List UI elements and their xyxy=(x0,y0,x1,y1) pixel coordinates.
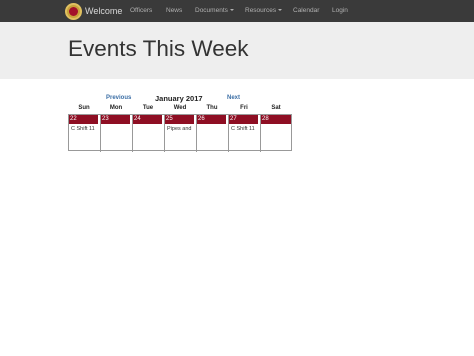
weekday-sat: Sat xyxy=(271,105,281,111)
calendar-day[interactable]: 23 xyxy=(101,115,133,152)
day-number: 26 xyxy=(197,115,226,124)
nav-calendar[interactable]: Calendar xyxy=(293,0,319,22)
weekday-fri: Fri xyxy=(240,105,248,111)
caret-down-icon xyxy=(229,9,234,12)
weekday-tue: Tue xyxy=(142,105,154,111)
calendar-day[interactable]: 28 xyxy=(261,115,293,152)
weekday-sun: Sun xyxy=(78,105,90,111)
calendar-day[interactable]: 24 xyxy=(133,115,165,152)
previous-month-link[interactable]: Previous xyxy=(106,95,131,101)
calendar-event[interactable]: Pipes and xyxy=(165,126,196,132)
day-number: 22 xyxy=(69,115,98,124)
weekday-thu: Thu xyxy=(206,105,218,111)
next-month-link[interactable]: Next xyxy=(227,95,240,101)
brand-link[interactable]: Welcome xyxy=(65,2,122,20)
day-number: 24 xyxy=(133,115,162,124)
department-logo xyxy=(65,2,82,20)
nav-resources[interactable]: Resources xyxy=(245,0,283,22)
calendar-event[interactable]: C Shift 11 xyxy=(69,126,100,132)
calendar-day[interactable]: 22 C Shift 11 xyxy=(69,115,101,152)
nav-officers[interactable]: Officers xyxy=(130,0,152,22)
navbar: Welcome Officers News Documents Resource… xyxy=(0,0,474,22)
nav-news[interactable]: News xyxy=(166,0,182,22)
day-number: 28 xyxy=(261,115,291,124)
calendar-day[interactable]: 26 xyxy=(197,115,229,152)
brand-text: Welcome xyxy=(85,6,123,16)
calendar-event[interactable]: C Shift 11 xyxy=(229,126,260,132)
day-number: 23 xyxy=(101,115,130,124)
day-number: 27 xyxy=(229,115,258,124)
calendar-day[interactable]: 25 Pipes and xyxy=(165,115,197,152)
nav-login[interactable]: Login xyxy=(332,0,348,22)
nav-documents-label: Documents xyxy=(195,7,228,14)
caret-down-icon xyxy=(278,9,283,12)
nav-documents[interactable]: Documents xyxy=(195,0,234,22)
calendar-month: January 2017 xyxy=(155,94,203,103)
calendar-day[interactable]: 27 C Shift 11 xyxy=(229,115,261,152)
weekday-wed: Wed xyxy=(173,105,187,111)
page-title: Events This Week xyxy=(68,36,249,61)
day-number: 25 xyxy=(165,115,194,124)
weekday-mon: Mon xyxy=(109,105,123,111)
nav-resources-label: Resources xyxy=(245,7,277,14)
calendar-grid: 22 C Shift 11 23 24 25 Pipes and 26 27 C… xyxy=(68,114,293,152)
